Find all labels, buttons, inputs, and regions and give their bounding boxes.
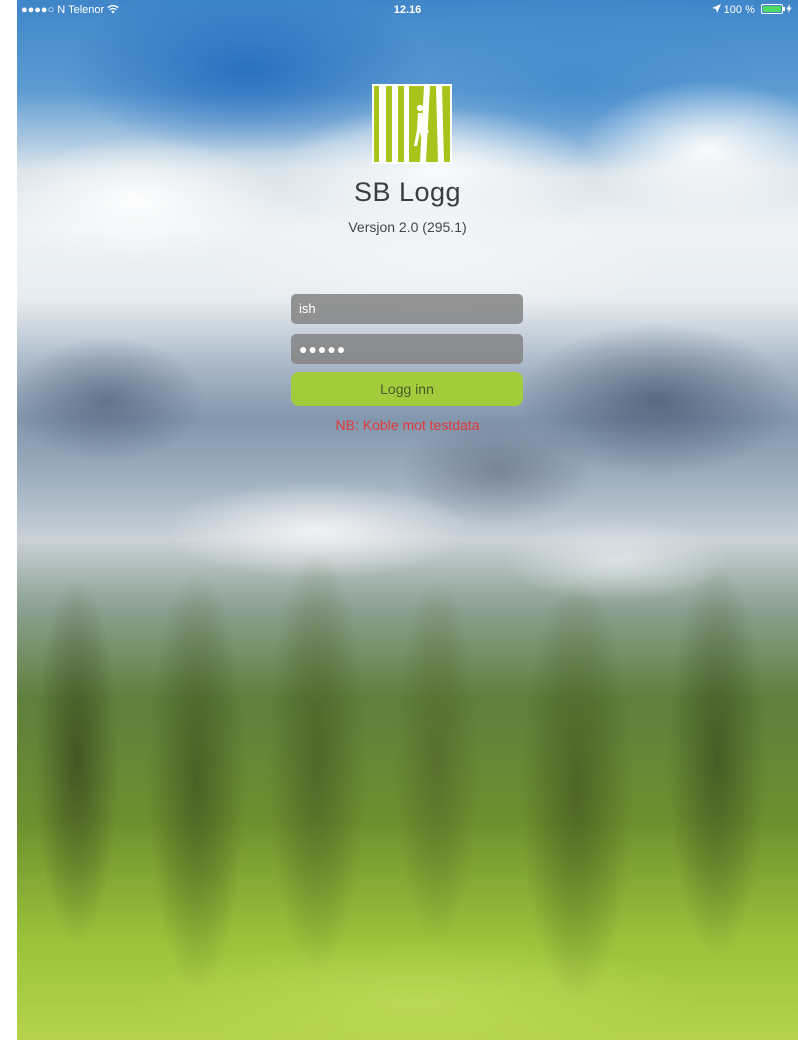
battery-tip <box>782 7 785 11</box>
logo-background <box>374 86 450 162</box>
app-screen: ●●●●○ N Telenor 12.16 100 % SB Logg Vers… <box>17 0 798 1040</box>
battery-percentage: 100 % <box>723 4 755 16</box>
app-version: Versjon 2.0 (295.1) <box>348 219 467 235</box>
sb-logg-logo <box>372 84 452 164</box>
charging-bolt-icon <box>786 4 792 13</box>
login-button[interactable]: Logg inn <box>291 372 523 406</box>
status-right-group: 100 % <box>711 0 792 20</box>
test-data-notice: NB: Koble mot testdata <box>335 417 480 433</box>
status-time: 12.16 <box>393 4 422 16</box>
battery-level-fill <box>762 6 781 12</box>
location-arrow-icon <box>711 4 721 13</box>
password-field[interactable]: ●●●●● <box>291 334 523 364</box>
app-title: SB Logg <box>353 177 462 207</box>
logo-graphic <box>379 86 444 162</box>
battery-icon <box>760 4 785 14</box>
username-field[interactable]: ish <box>291 294 523 324</box>
status-bar: ●●●●○ N Telenor 12.16 100 % <box>17 0 798 20</box>
